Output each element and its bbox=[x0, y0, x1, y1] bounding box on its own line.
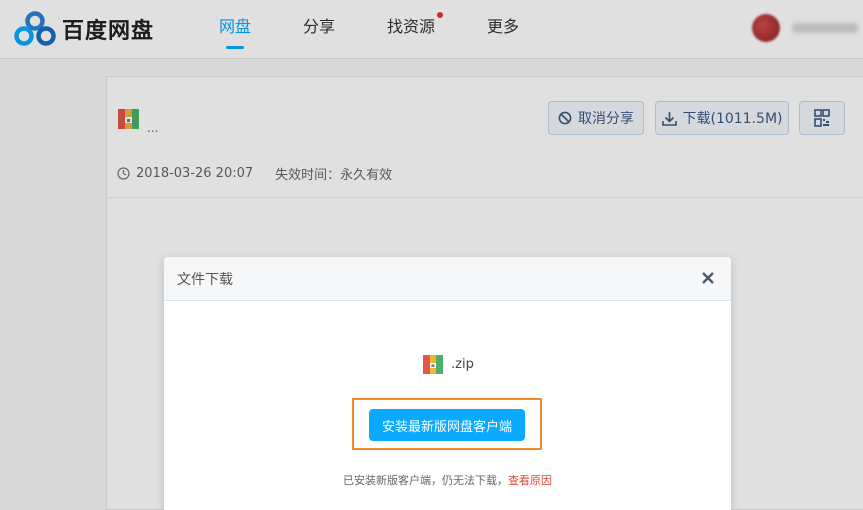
dialog-header: 文件下载 bbox=[164, 257, 731, 301]
install-client-button[interactable]: 安装最新版网盘客户端 bbox=[369, 409, 525, 441]
view-reason-link[interactable]: 查看原因 bbox=[508, 474, 552, 487]
dialog-title: 文件下载 bbox=[177, 272, 233, 288]
dialog-file-name: .zip bbox=[451, 357, 474, 372]
dialog-file: .zip bbox=[423, 355, 474, 374]
dialog-hint: 已安装新版客户端，仍无法下载，查看原因 bbox=[164, 472, 731, 488]
file-zip-icon bbox=[423, 355, 443, 374]
dialog-hint-text: 已安装新版客户端，仍无法下载， bbox=[343, 474, 508, 487]
file-download-dialog: 文件下载 .zip 安装最新版网盘客户端 已安装新版客户端，仍无法下载，查看原因 bbox=[164, 257, 731, 510]
close-icon[interactable] bbox=[699, 269, 717, 287]
